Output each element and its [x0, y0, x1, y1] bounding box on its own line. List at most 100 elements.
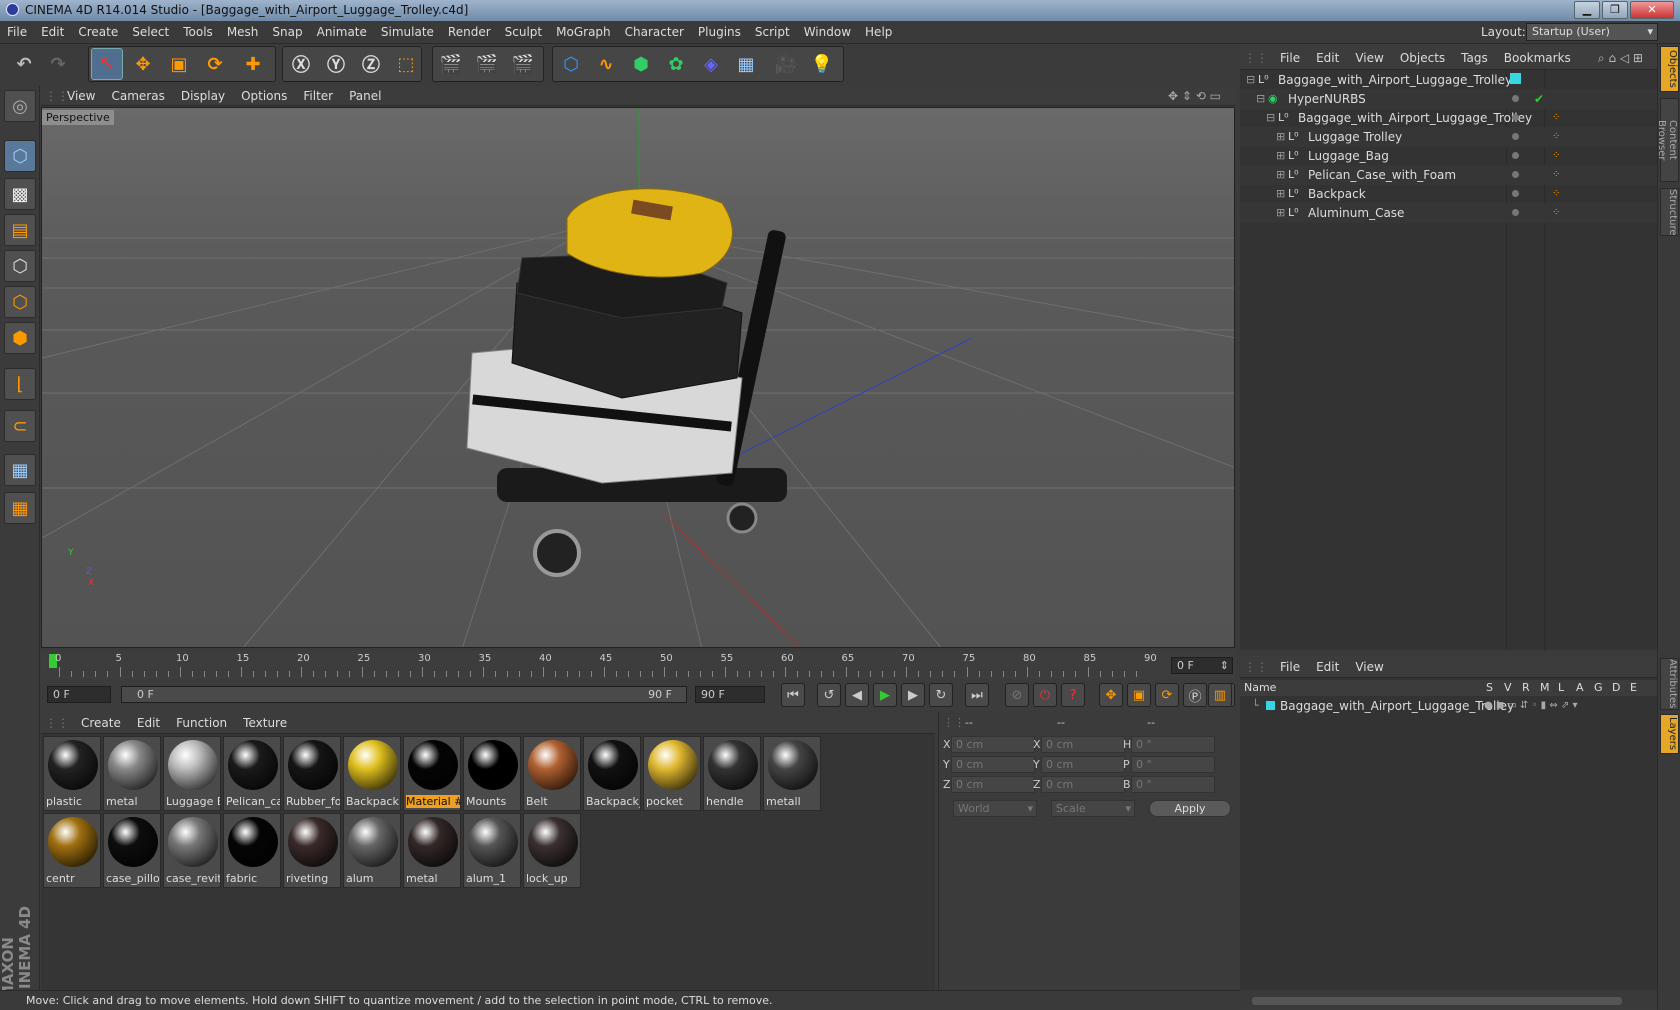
workplane-lock-icon[interactable]: ▦	[4, 454, 36, 486]
render-settings-icon[interactable]: 🎬	[507, 48, 539, 80]
object-name[interactable]: Luggage Trolley	[1308, 127, 1402, 147]
minimize-button[interactable]: ▁	[1574, 1, 1600, 19]
vp-menu-options[interactable]: Options	[233, 86, 295, 106]
scale-icon[interactable]: ▣	[163, 48, 195, 80]
layer-col-header[interactable]: V	[1504, 680, 1512, 696]
visibility-dot[interactable]	[1512, 114, 1519, 121]
coord-value-field[interactable]: 0 °	[1131, 776, 1215, 793]
texture-mode-icon[interactable]: ▩	[4, 178, 36, 210]
current-frame-field[interactable]: 0 F ⇕	[1171, 657, 1233, 674]
tree-expand-icon[interactable]: ⊞	[1276, 203, 1285, 223]
rotate-icon[interactable]: ⟳	[199, 48, 231, 80]
menu-simulate[interactable]: Simulate	[374, 21, 441, 44]
end-frame-field[interactable]: 90 F	[695, 686, 765, 703]
create-object-icon[interactable]: ✚	[237, 48, 269, 80]
visibility-dot[interactable]	[1512, 133, 1519, 140]
mat-menu-function[interactable]: Function	[168, 712, 235, 734]
points-mode-icon[interactable]: ⬡	[4, 250, 36, 282]
om-menu-objects[interactable]: Objects	[1392, 46, 1453, 70]
coord-value-field[interactable]: 0 cm	[1041, 776, 1125, 793]
menu-render[interactable]: Render	[441, 21, 498, 44]
menu-animate[interactable]: Animate	[310, 21, 374, 44]
redo-icon[interactable]: ↷	[42, 48, 74, 80]
om-menu-bookmarks[interactable]: Bookmarks	[1496, 46, 1579, 70]
coord-value-field[interactable]: 0 cm	[1041, 736, 1125, 753]
layer-row[interactable]: └ Baggage_with_Airport_Luggage_Trolley ●…	[1240, 696, 1657, 716]
cube-icon[interactable]: ⬡	[555, 48, 587, 80]
material-swatch[interactable]: fabric	[223, 813, 281, 888]
lm-menu-view[interactable]: View	[1347, 656, 1391, 678]
object-row[interactable]: ⊞ L⁰ Luggage_Bag ⁘	[1240, 146, 1657, 166]
go-to-end-icon[interactable]: ⏭	[965, 683, 989, 707]
snap-icon[interactable]: ⊂	[4, 410, 36, 442]
material-swatch[interactable]: Material #0	[403, 736, 461, 811]
scale-select[interactable]: Scale ▾	[1051, 800, 1135, 817]
render-picture-viewer-icon[interactable]: 🎬	[471, 48, 503, 80]
object-name[interactable]: Pelican_Case_with_Foam	[1308, 165, 1456, 185]
object-row[interactable]: ⊟ L⁰ Baggage_with_Airport_Luggage_Trolley	[1240, 70, 1657, 90]
coord-value-field[interactable]: 0 cm	[951, 756, 1035, 773]
coord-value-field[interactable]: 0 °	[1131, 756, 1215, 773]
menu-file[interactable]: File	[0, 21, 34, 44]
texture-tag-icon[interactable]: ⁘	[1552, 184, 1560, 204]
object-row[interactable]: ⊟ L⁰ Baggage_with_Airport_Luggage_Trolley ⁘	[1240, 108, 1657, 128]
tab-structure[interactable]: Structure	[1660, 188, 1679, 236]
play-icon[interactable]: ▶	[873, 683, 897, 707]
tab-layers[interactable]: Layers	[1660, 714, 1679, 754]
polygons-mode-icon[interactable]: ⬢	[4, 322, 36, 354]
timeline-window-icon[interactable]: ▥	[1208, 683, 1232, 707]
light-icon[interactable]: 💡	[806, 48, 838, 80]
previous-frame-icon[interactable]: ◀	[845, 683, 869, 707]
menu-script[interactable]: Script	[748, 21, 797, 44]
texture-tag-icon[interactable]: ⁘	[1552, 203, 1560, 223]
z-axis-lock-icon[interactable]: Ⓩ	[355, 48, 387, 80]
material-swatch[interactable]: Luggage B	[163, 736, 221, 811]
close-window-button[interactable]: ✕	[1630, 1, 1674, 19]
render-view-icon[interactable]: 🎬	[435, 48, 467, 80]
tree-expand-icon[interactable]: ⊞	[1276, 146, 1285, 166]
timeline-ruler[interactable]: 0 5 10 15 20 25 30 35 40 45 50 55 60 65 70 75 80 85 90 0 F…	[41, 651, 1235, 679]
object-row[interactable]: ⊞ L⁰ Backpack ⁘	[1240, 184, 1657, 204]
object-name[interactable]: Backpack	[1308, 184, 1366, 204]
y-axis-lock-icon[interactable]: Ⓨ	[320, 48, 352, 80]
menu-mograph[interactable]: MoGraph	[549, 21, 618, 44]
world-select[interactable]: World ▾	[953, 800, 1037, 817]
record-keys-icon[interactable]: ⊘	[1005, 683, 1029, 707]
tree-expand-icon[interactable]: ⊞	[1276, 127, 1285, 147]
record-position-icon[interactable]: ✥	[1099, 683, 1123, 707]
material-swatch[interactable]: metal	[403, 813, 461, 888]
menu-tools[interactable]: Tools	[176, 21, 220, 44]
material-swatch[interactable]: centr	[43, 813, 101, 888]
coord-value-field[interactable]: 0 cm	[951, 736, 1035, 753]
go-to-start-icon[interactable]: ⏮	[781, 683, 805, 707]
menu-mesh[interactable]: Mesh	[220, 21, 266, 44]
om-menu-file[interactable]: File	[1272, 46, 1308, 70]
floor-icon[interactable]: ▦	[730, 48, 762, 80]
visibility-dot[interactable]	[1512, 95, 1519, 102]
axis-mode-icon[interactable]: ⌊	[4, 368, 36, 400]
scrollbar-thumb[interactable]	[1252, 997, 1622, 1005]
material-swatch[interactable]: alum	[343, 813, 401, 888]
om-menu-tags[interactable]: Tags	[1453, 46, 1496, 70]
om-search-icons[interactable]: ⌕ ⌂ ◁ ⊞	[1590, 46, 1651, 70]
previous-key-icon[interactable]: ↺	[817, 683, 841, 707]
enabled-check-icon[interactable]: ✔	[1534, 89, 1544, 109]
material-swatch[interactable]: plastic	[43, 736, 101, 811]
layer-color-tag[interactable]	[1510, 73, 1521, 84]
layer-col-header[interactable]: D	[1612, 680, 1620, 696]
object-name[interactable]: Baggage_with_Airport_Luggage_Trolley	[1278, 70, 1512, 90]
texture-tag-icon[interactable]: ⁘	[1552, 165, 1560, 185]
tab-content-browser[interactable]: Content Browser	[1656, 98, 1679, 182]
keyframe-selection-icon[interactable]: ?	[1061, 683, 1085, 707]
tree-expand-icon[interactable]: ⊟	[1266, 108, 1275, 128]
model-mode-icon[interactable]: ⬡	[4, 140, 36, 172]
material-swatch[interactable]: Mounts	[463, 736, 521, 811]
tab-objects[interactable]: Objects	[1660, 46, 1679, 92]
lm-menu-file[interactable]: File	[1272, 656, 1308, 678]
mat-menu-texture[interactable]: Texture	[235, 712, 295, 734]
layer-col-header[interactable]: L	[1558, 680, 1564, 696]
object-name[interactable]: Aluminum_Case	[1308, 203, 1404, 223]
spline-icon[interactable]: ∿	[590, 48, 622, 80]
menu-create[interactable]: Create	[71, 21, 125, 44]
layer-col-header[interactable]: E	[1630, 680, 1637, 696]
